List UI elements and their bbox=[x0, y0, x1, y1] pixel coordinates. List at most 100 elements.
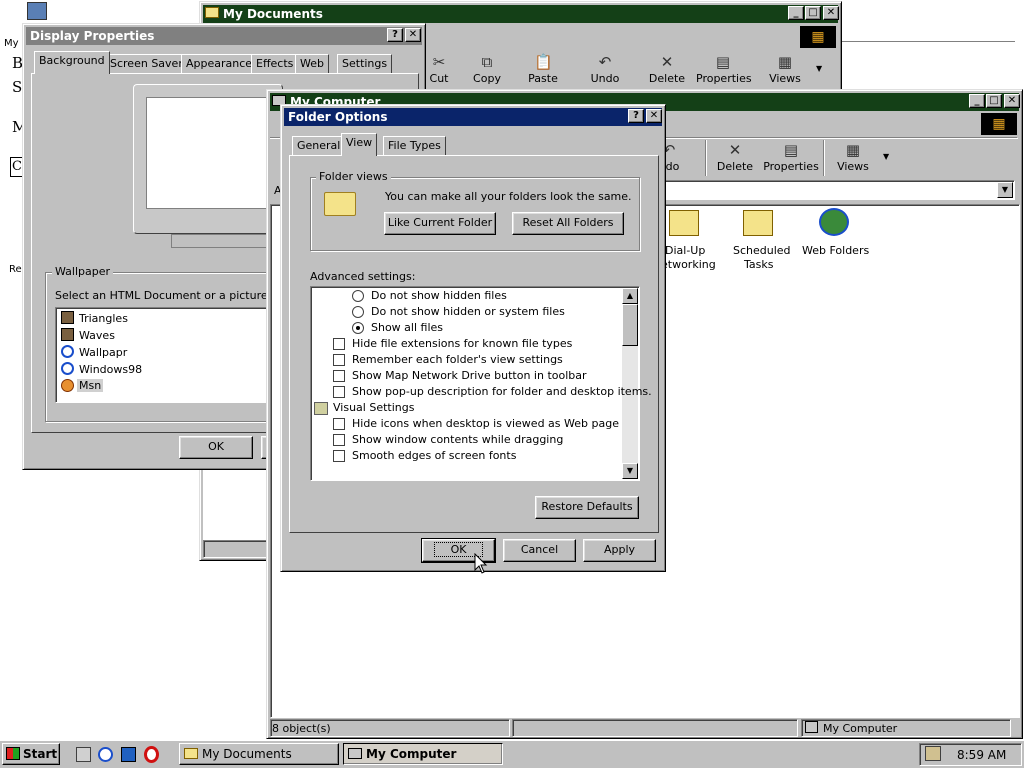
visual-settings-icon bbox=[314, 402, 328, 415]
properties-button[interactable]: ▤ Properties bbox=[696, 54, 752, 85]
tab-background[interactable]: Background bbox=[34, 51, 110, 74]
group-visual-settings: Visual Settings bbox=[333, 401, 415, 414]
delete-x-icon: ✕ bbox=[728, 141, 742, 159]
wallpaper-item-waves[interactable]: Waves bbox=[79, 329, 115, 342]
minimize-button[interactable]: _ bbox=[788, 6, 804, 20]
tab-effects[interactable]: Effects bbox=[251, 54, 299, 74]
quicklaunch-opera-icon[interactable] bbox=[144, 746, 159, 763]
scroll-up-button[interactable]: ▲ bbox=[622, 288, 638, 304]
undo-icon: ↶ bbox=[598, 53, 612, 71]
scroll-thumb[interactable] bbox=[622, 304, 638, 346]
scroll-down-button[interactable]: ▼ bbox=[622, 463, 638, 479]
status-location: My Computer bbox=[823, 722, 898, 735]
wallpaper-group-label: Wallpaper bbox=[52, 265, 114, 278]
dialup-networking-label-2: etworking bbox=[661, 258, 716, 271]
checkbox-remember-view[interactable] bbox=[333, 354, 345, 366]
views-dropdown-icon[interactable]: ▼ bbox=[816, 64, 822, 73]
mouse-pointer-icon bbox=[474, 553, 488, 574]
tab-file-types[interactable]: File Types bbox=[383, 136, 446, 156]
desktop-rule bbox=[840, 41, 1015, 42]
tab-view[interactable]: View bbox=[341, 133, 378, 156]
option-hide-extensions: Hide file extensions for known file type… bbox=[352, 337, 573, 350]
radio-do-not-show-hidden-system[interactable] bbox=[352, 306, 364, 318]
tray-scheduler-icon[interactable] bbox=[925, 746, 941, 761]
checkbox-hide-extensions[interactable] bbox=[333, 338, 345, 350]
close-button[interactable]: ✕ bbox=[405, 28, 421, 42]
option-do-not-show-hidden: Do not show hidden files bbox=[371, 289, 507, 302]
windows-flag-icon bbox=[6, 747, 20, 760]
quicklaunch-desktop-icon[interactable] bbox=[76, 747, 91, 762]
folder-options-dialog[interactable]: Folder Options ? ✕ General View File Typ… bbox=[280, 104, 666, 572]
tab-general[interactable]: General bbox=[292, 136, 346, 156]
like-current-folder-button[interactable]: Like Current Folder bbox=[384, 212, 496, 235]
address-dropdown-button[interactable]: ▼ bbox=[997, 182, 1013, 198]
cancel-button[interactable]: Cancel bbox=[503, 539, 576, 562]
tab-appearance[interactable]: Appearance bbox=[181, 54, 258, 74]
status-pane-middle bbox=[512, 719, 798, 737]
properties-button[interactable]: ▤ Properties bbox=[763, 142, 819, 173]
maximize-button[interactable]: □ bbox=[986, 94, 1002, 108]
radio-show-all-files[interactable] bbox=[352, 322, 364, 334]
delete-button[interactable]: ✕ Delete bbox=[640, 54, 694, 85]
checkbox-map-network-drive[interactable] bbox=[333, 370, 345, 382]
copy-button[interactable]: ⧉ Copy bbox=[460, 54, 514, 85]
monitor-preview bbox=[133, 84, 283, 234]
advanced-settings-label: Advanced settings: bbox=[310, 270, 416, 283]
radio-do-not-show-hidden[interactable] bbox=[352, 290, 364, 302]
views-dropdown-icon[interactable]: ▼ bbox=[883, 152, 889, 161]
paste-button[interactable]: 📋 Paste bbox=[516, 54, 570, 85]
desktop-icon-my-computer[interactable] bbox=[27, 2, 47, 20]
web-folders-icon[interactable] bbox=[819, 208, 849, 236]
properties-icon: ▤ bbox=[783, 141, 799, 159]
my-documents-title: My Documents bbox=[223, 7, 323, 21]
close-button[interactable]: ✕ bbox=[646, 109, 662, 123]
taskbar-my-documents[interactable]: My Documents bbox=[179, 743, 339, 765]
option-do-not-show-hidden-system: Do not show hidden or system files bbox=[371, 305, 565, 318]
close-button[interactable]: ✕ bbox=[823, 6, 839, 20]
tab-settings[interactable]: Settings bbox=[337, 54, 393, 74]
option-map-network-drive: Show Map Network Drive button in toolbar bbox=[352, 369, 587, 382]
windows-logo-icon: ▦ bbox=[981, 113, 1017, 135]
computer-icon bbox=[348, 748, 362, 759]
display-ok-button[interactable]: OK bbox=[179, 436, 253, 459]
delete-button[interactable]: ✕ Delete bbox=[708, 142, 762, 173]
views-icon: ▦ bbox=[777, 53, 793, 71]
help-button[interactable]: ? bbox=[387, 28, 403, 42]
my-documents-titlebar[interactable]: My Documents bbox=[203, 5, 838, 23]
restore-defaults-button[interactable]: Restore Defaults bbox=[535, 496, 639, 519]
quicklaunch-outlook-icon[interactable] bbox=[121, 747, 136, 762]
views-button[interactable]: ▦ Views bbox=[826, 142, 880, 173]
copy-icon: ⧉ bbox=[481, 53, 493, 71]
maximize-button[interactable]: □ bbox=[805, 6, 821, 20]
wallpaper-item-triangles[interactable]: Triangles bbox=[79, 312, 128, 325]
display-properties-titlebar[interactable]: Display Properties bbox=[26, 27, 422, 45]
folder-icon bbox=[324, 192, 356, 216]
reset-all-folders-button[interactable]: Reset All Folders bbox=[512, 212, 624, 235]
minimize-button[interactable]: _ bbox=[969, 94, 985, 108]
start-button[interactable]: Start bbox=[2, 743, 60, 765]
dialup-networking-icon[interactable] bbox=[669, 210, 699, 236]
tab-web[interactable]: Web bbox=[295, 54, 329, 74]
status-objects: 8 object(s) bbox=[272, 722, 331, 735]
clock[interactable]: 8:59 AM bbox=[957, 748, 1006, 762]
quicklaunch-ie-icon[interactable] bbox=[98, 747, 113, 762]
undo-button[interactable]: ↶ Undo bbox=[578, 54, 632, 85]
checkbox-hide-desktop-icons[interactable] bbox=[333, 418, 345, 430]
checkbox-smooth-fonts[interactable] bbox=[333, 450, 345, 462]
folder-options-titlebar[interactable]: Folder Options bbox=[284, 108, 662, 126]
checkbox-show-contents-dragging[interactable] bbox=[333, 434, 345, 446]
views-button[interactable]: ▦ Views bbox=[758, 54, 812, 85]
dialup-networking-label-1: Dial-Up bbox=[665, 244, 706, 257]
desktop-text-5: C bbox=[12, 159, 22, 174]
scheduled-tasks-icon[interactable] bbox=[743, 210, 773, 236]
tab-screen-saver[interactable]: Screen Saver bbox=[105, 54, 188, 74]
wallpaper-item-msn[interactable]: Msn bbox=[77, 379, 104, 392]
option-show-contents-dragging: Show window contents while dragging bbox=[352, 433, 564, 446]
checkbox-popup-description[interactable] bbox=[333, 386, 345, 398]
taskbar-my-computer[interactable]: My Computer bbox=[343, 743, 503, 765]
help-button[interactable]: ? bbox=[628, 109, 644, 123]
close-button[interactable]: ✕ bbox=[1004, 94, 1020, 108]
wallpaper-item-wallpapr[interactable]: Wallpapr bbox=[79, 346, 127, 359]
wallpaper-item-windows98[interactable]: Windows98 bbox=[79, 363, 142, 376]
apply-button[interactable]: Apply bbox=[583, 539, 656, 562]
